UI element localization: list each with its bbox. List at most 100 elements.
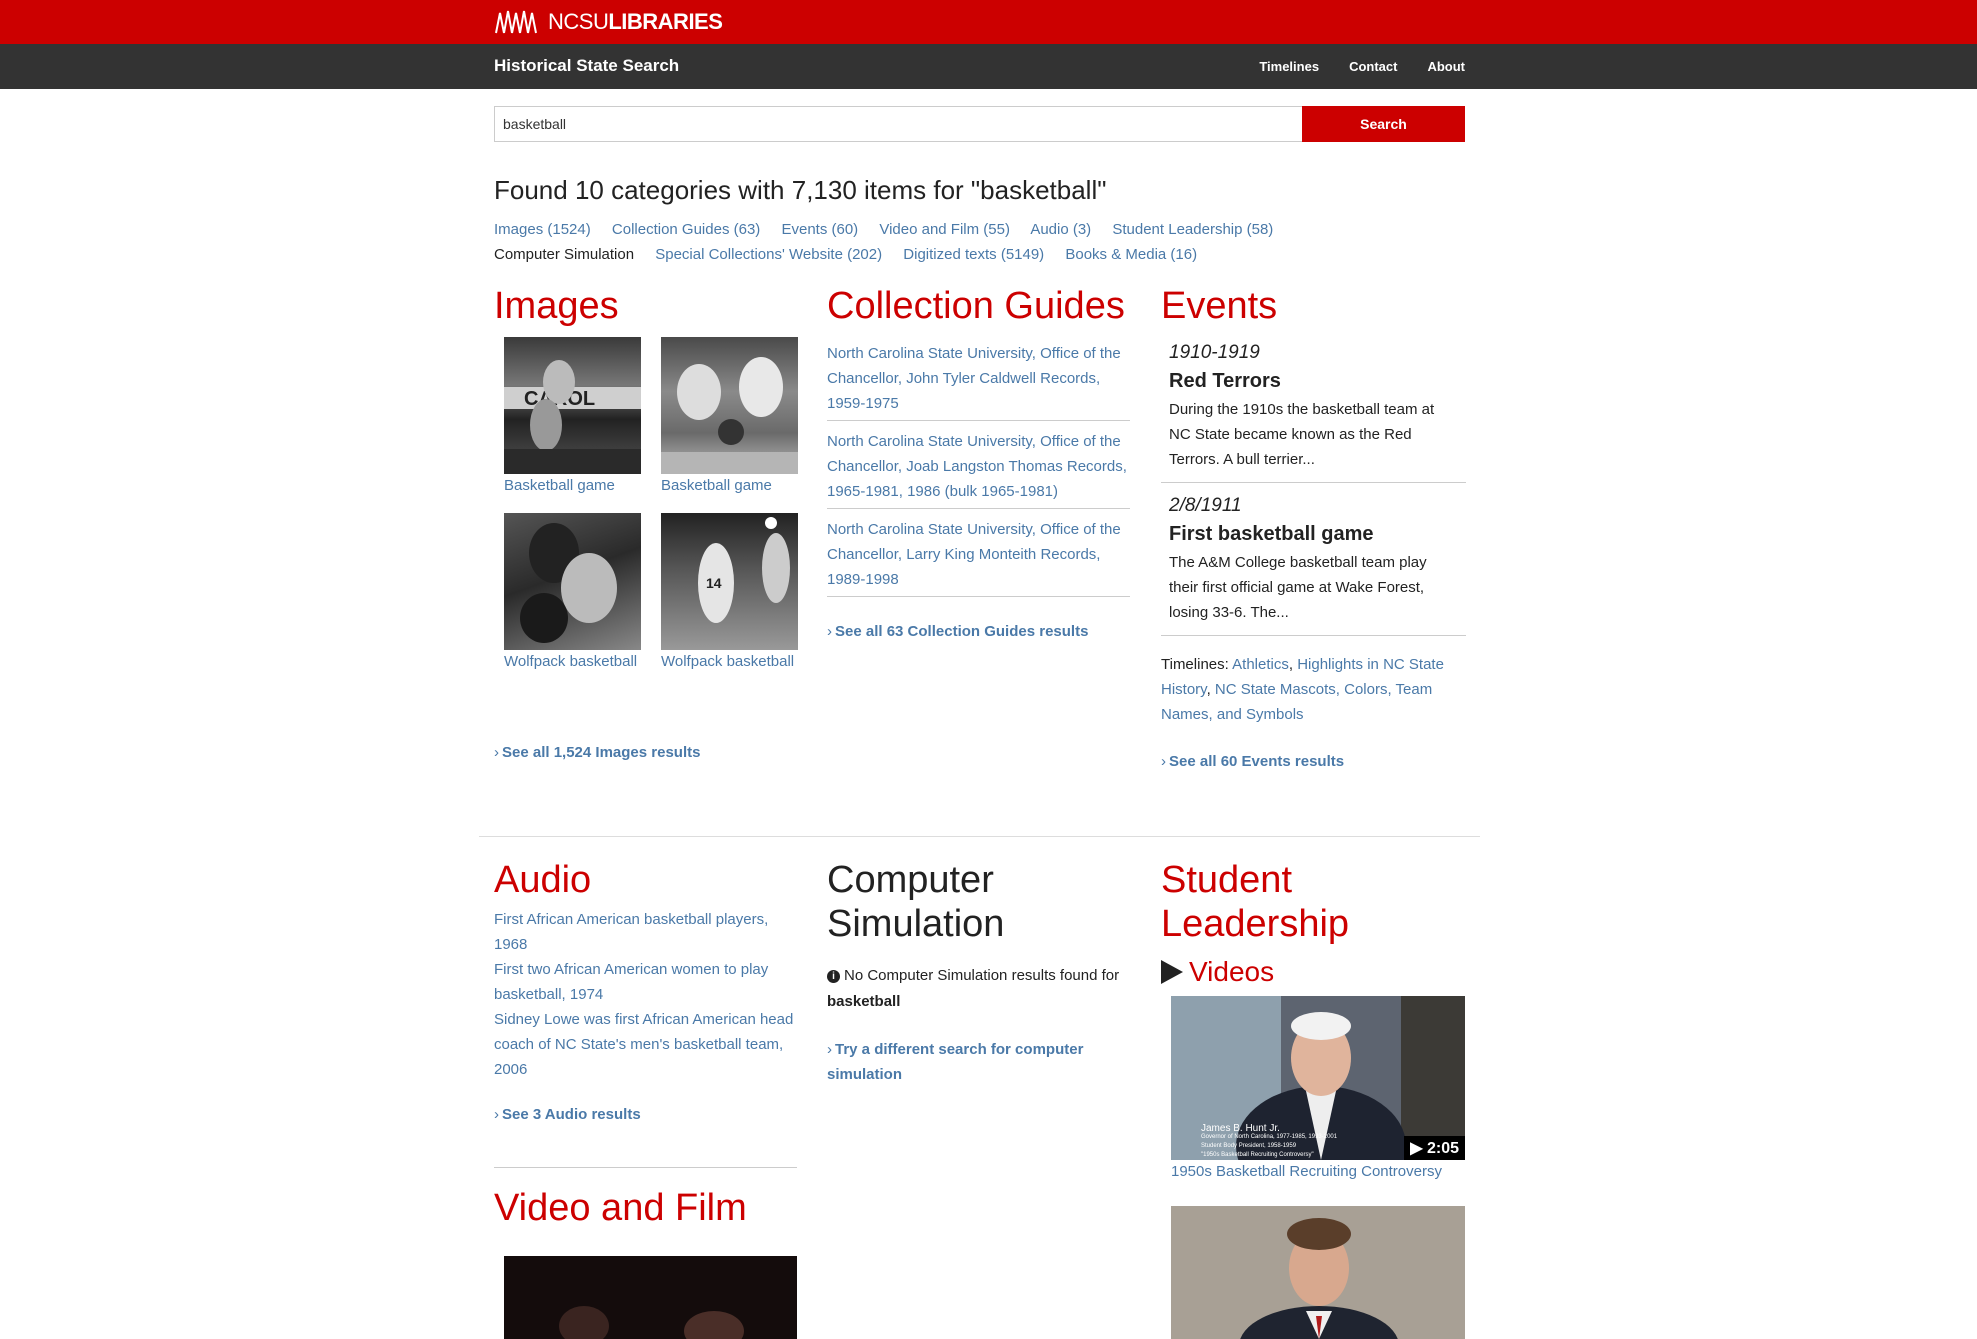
try-different-search-label: Try a different search for computer simu…	[827, 1041, 1084, 1083]
event-title[interactable]: Red Terrors	[1169, 370, 1458, 393]
top-bar: NCSULIBRARIES	[0, 0, 1977, 44]
overlay-line: Governor of North Carolina, 1977-1985, 1…	[1201, 1134, 1338, 1140]
chevron-right-icon: ›	[494, 1106, 499, 1123]
see-all-guides-link[interactable]: › See all 63 Collection Guides results	[827, 623, 1130, 640]
student-leadership-section: Student Leadership Videos	[1161, 858, 1466, 988]
list-item: First African American basketball player…	[494, 907, 797, 957]
image-thumbnail[interactable]: 14	[661, 513, 798, 650]
play-icon: ▶	[1410, 1140, 1423, 1157]
category-link-video-film[interactable]: Video and Film (55)	[879, 221, 1010, 238]
see-all-events-link[interactable]: › See all 60 Events results	[1161, 753, 1466, 770]
collection-guide-link[interactable]: North Carolina State University, Office …	[827, 345, 1121, 412]
ncsu-libraries-logo[interactable]: NCSULIBRARIES	[494, 8, 723, 36]
audio-title: Audio	[494, 859, 592, 901]
video-still-icon	[1171, 1206, 1465, 1339]
list-item: North Carolina State University, Office …	[827, 341, 1130, 421]
image-caption[interactable]: Basketball game	[661, 476, 798, 495]
nav-links: Timelines Contact About	[1259, 59, 1465, 74]
category-link-events[interactable]: Events (60)	[781, 221, 858, 238]
image-result[interactable]: Wolfpack basketball	[504, 513, 641, 671]
collection-guides-section: Collection Guides North Carolina State U…	[827, 284, 1130, 640]
info-icon: i	[827, 970, 840, 983]
nav-timelines[interactable]: Timelines	[1259, 59, 1319, 74]
videos-label: Videos	[1189, 956, 1275, 987]
category-link-books-media[interactable]: Books & Media (16)	[1065, 246, 1197, 263]
site-title[interactable]: Historical State Search	[494, 56, 679, 76]
category-link-digitized-texts[interactable]: Digitized texts (5149)	[903, 246, 1044, 263]
section-divider	[479, 836, 1480, 837]
try-different-search-link[interactable]: › Try a different search for computer sim…	[827, 1037, 1130, 1087]
audio-section: Audio First African American basketball …	[494, 858, 797, 1230]
no-results-text: No Computer Simulation results found for	[844, 967, 1120, 984]
list-item: First two African American women to play…	[494, 957, 797, 1007]
collection-guides-title: Collection Guides	[827, 285, 1125, 327]
events-title: Events	[1161, 285, 1278, 327]
see-all-images-link[interactable]: › See all 1,524 Images results	[494, 744, 700, 761]
divider	[494, 1167, 797, 1168]
event-description: The A&M College basketball team play the…	[1169, 554, 1427, 621]
list-item: North Carolina State University, Office …	[827, 421, 1130, 509]
collection-guide-link[interactable]: North Carolina State University, Office …	[827, 521, 1121, 588]
chevron-right-icon: ›	[1161, 753, 1166, 770]
images-title: Images	[494, 285, 619, 327]
audio-link[interactable]: Sidney Lowe was first African American h…	[494, 1011, 793, 1078]
video-film-thumbnail[interactable]	[504, 1256, 797, 1339]
see-all-audio-label: See 3 Audio results	[502, 1106, 641, 1123]
category-link-collection-guides[interactable]: Collection Guides (63)	[612, 221, 760, 238]
results-heading: Found 10 categories with 7,130 items for…	[494, 175, 1107, 205]
search-button[interactable]: Search	[1302, 106, 1465, 142]
image-thumbnail[interactable]	[661, 337, 798, 474]
student-leadership-title: Student Leadership	[1161, 859, 1350, 945]
list-item: North Carolina State University, Office …	[827, 509, 1130, 597]
photo-placeholder-icon: CAROL	[504, 360, 641, 474]
timelines-links: Timelines: Athletics, Highlights in NC S…	[1161, 656, 1444, 723]
images-section: Images	[494, 284, 799, 328]
image-result[interactable]: 14 Wolfpack basketball	[661, 513, 798, 671]
video-caption-link[interactable]: 1950s Basketball Recruiting Controversy	[1171, 1163, 1442, 1180]
chevron-right-icon: ›	[827, 623, 832, 640]
no-results-query: basketball	[827, 993, 901, 1010]
events-section: Events 1910-1919 Red Terrors During the …	[1161, 284, 1466, 770]
audio-link[interactable]: First two African American women to play…	[494, 961, 768, 1003]
event-item[interactable]: 1910-1919 Red Terrors During the 1910s t…	[1161, 342, 1466, 483]
see-all-guides-label: See all 63 Collection Guides results	[835, 623, 1089, 640]
computer-simulation-title: Computer Simulation	[827, 859, 1005, 945]
overlay-line: "1950s Basketball Recruiting Controversy…	[1201, 1152, 1314, 1158]
audio-link[interactable]: First African American basketball player…	[494, 911, 768, 953]
computer-simulation-section: Computer Simulation i No Computer Simulat…	[827, 858, 1130, 1087]
timeline-link-athletics[interactable]: Athletics	[1232, 656, 1289, 673]
see-all-audio-link[interactable]: › See 3 Audio results	[494, 1106, 797, 1123]
image-thumbnail[interactable]	[504, 513, 641, 650]
collection-guide-link[interactable]: North Carolina State University, Office …	[827, 433, 1127, 500]
search-input[interactable]	[494, 106, 1302, 142]
photo-placeholder-icon: 14	[698, 517, 790, 623]
event-title[interactable]: First basketball game	[1169, 523, 1458, 546]
event-item[interactable]: 2/8/1911 First basketball game The A&M C…	[1161, 495, 1466, 636]
event-description: During the 1910s the basketball team at …	[1169, 401, 1435, 468]
nav-about[interactable]: About	[1427, 59, 1465, 74]
image-thumbnail[interactable]: CAROL	[504, 337, 641, 474]
ncsu-brick-icon	[495, 10, 537, 34]
videos-heading: Videos	[1161, 956, 1466, 988]
image-result[interactable]: Basketball game	[661, 337, 798, 495]
see-all-events-label: See all 60 Events results	[1169, 753, 1345, 770]
nav-contact[interactable]: Contact	[1349, 59, 1397, 74]
video-thumbnail[interactable]	[1171, 1206, 1465, 1339]
category-links: Images (1524) Collection Guides (63) Eve…	[494, 217, 1494, 267]
image-caption[interactable]: Basketball game	[504, 476, 641, 495]
image-caption[interactable]: Wolfpack basketball	[661, 652, 798, 671]
chevron-right-icon: ›	[827, 1041, 832, 1058]
category-link-special-collections[interactable]: Special Collections' Website (202)	[655, 246, 882, 263]
video-duration: ▶ 2:05	[1404, 1136, 1465, 1160]
photo-placeholder-icon	[520, 523, 617, 643]
category-link-student-leadership[interactable]: Student Leadership (58)	[1112, 221, 1273, 238]
category-link-audio[interactable]: Audio (3)	[1030, 221, 1091, 238]
category-link-images[interactable]: Images (1524)	[494, 221, 591, 238]
image-caption[interactable]: Wolfpack basketball	[504, 652, 641, 671]
video-thumbnail[interactable]: James B. Hunt Jr. Governor of North Caro…	[1171, 996, 1465, 1160]
logo-text: NCSULIBRARIES	[548, 9, 723, 34]
overlay-name: James B. Hunt Jr.	[1201, 1123, 1280, 1134]
image-result[interactable]: CAROL Basketball game	[504, 337, 641, 495]
video-placeholder-icon	[504, 1256, 797, 1339]
svg-text:14: 14	[706, 575, 722, 591]
